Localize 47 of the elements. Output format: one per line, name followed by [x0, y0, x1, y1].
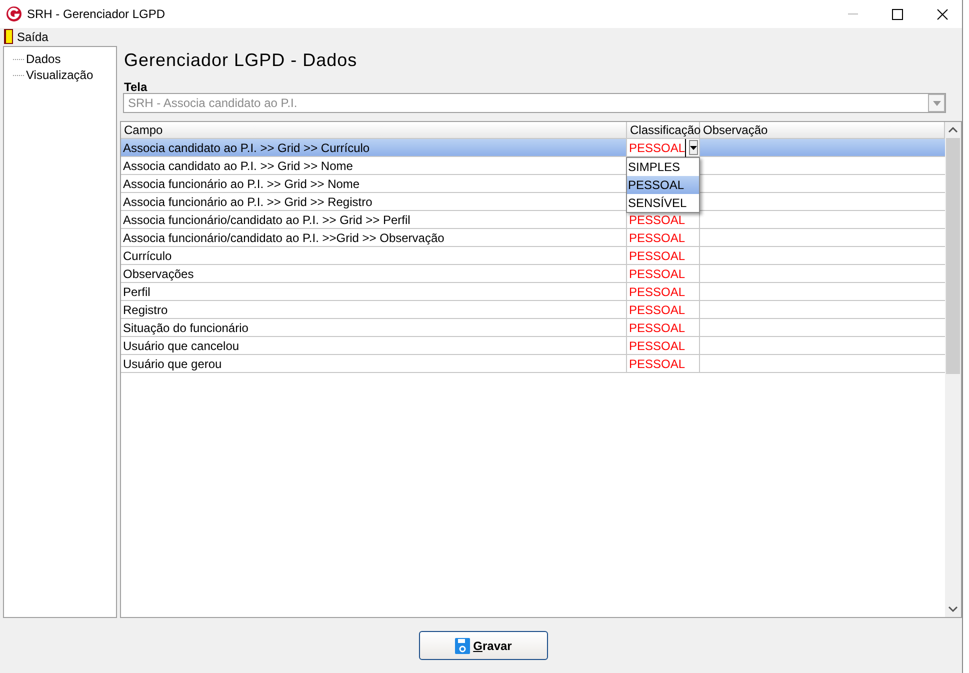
table-row[interactable]: Situação do funcionário PESSOAL: [121, 319, 945, 337]
table-cell: PESSOAL: [627, 283, 700, 300]
scrollbar[interactable]: [945, 122, 961, 617]
table-cell: PESSOAL: [627, 229, 700, 246]
menu-item[interactable]: Saída: [17, 28, 48, 46]
dropdown-arrow-icon[interactable]: [690, 146, 698, 150]
table-cell: PESSOAL: [627, 355, 700, 372]
table-row[interactable]: Associa funcionário/candidato ao P.I. >>Grid >> Observação PESSOAL: [121, 229, 945, 247]
table-cell: Registro: [121, 301, 627, 318]
dropdown-option[interactable]: SIMPLES: [627, 158, 699, 176]
close-icon[interactable]: [937, 8, 948, 20]
table-cell: PESSOAL: [627, 319, 700, 336]
table-row[interactable]: Associa candidato ao P.I. >> Grid >> Currículo PESSOAL: [121, 139, 945, 157]
classification-editor[interactable]: PESSOAL: [627, 139, 700, 156]
table-cell: Currículo: [121, 247, 627, 264]
table-row[interactable]: Registro PESSOAL: [121, 301, 945, 319]
table-cell: Perfil: [121, 283, 627, 300]
column-header[interactable]: Classificação: [627, 122, 700, 138]
table-cell: Usuário que cancelou: [121, 337, 627, 354]
tree-item[interactable]: Dados: [26, 50, 61, 68]
scroll-thumb[interactable]: [946, 138, 960, 374]
app-logo-icon: [6, 6, 22, 22]
save-button[interactable]: Gravar: [419, 631, 548, 660]
table-cell: Usuário que gerou: [121, 355, 627, 372]
table-cell: Situação do funcionário: [121, 319, 627, 336]
table-cell: PESSOAL: [627, 337, 700, 354]
maximize-icon[interactable]: [892, 8, 903, 20]
table-row[interactable]: Perfil PESSOAL: [121, 283, 945, 301]
tree-item[interactable]: Visualização: [26, 66, 94, 84]
column-header[interactable]: Campo: [121, 122, 627, 138]
dropdown-arrow-icon: [932, 100, 940, 106]
page-heading: Gerenciador LGPD - Dados: [124, 49, 358, 72]
table-row[interactable]: Associa funcionário/candidato ao P.I. >> Grid >> Perfil PESSOAL: [121, 211, 945, 229]
table-cell: PESSOAL: [627, 301, 700, 318]
table-cell: PESSOAL: [627, 247, 700, 264]
window-title: SRH - Gerenciador LGPD: [27, 6, 166, 23]
field-label: Tela: [124, 79, 148, 93]
table-row[interactable]: Currículo PESSOAL: [121, 247, 945, 265]
table-row[interactable]: Usuário que cancelou PESSOAL: [121, 337, 945, 355]
table-cell: Associa funcionário/candidato ao P.I. >>Grid >> Observação: [121, 229, 627, 246]
door-icon: [4, 29, 13, 44]
table-row[interactable]: Observações PESSOAL: [121, 265, 945, 283]
table-cell: Observações: [121, 265, 627, 282]
table-cell: PESSOAL: [627, 265, 700, 282]
dropdown-option[interactable]: SENSÍVEL: [627, 194, 699, 212]
table-row[interactable]: Usuário que gerou PESSOAL: [121, 355, 945, 373]
dropdown-option[interactable]: PESSOAL: [627, 176, 699, 194]
